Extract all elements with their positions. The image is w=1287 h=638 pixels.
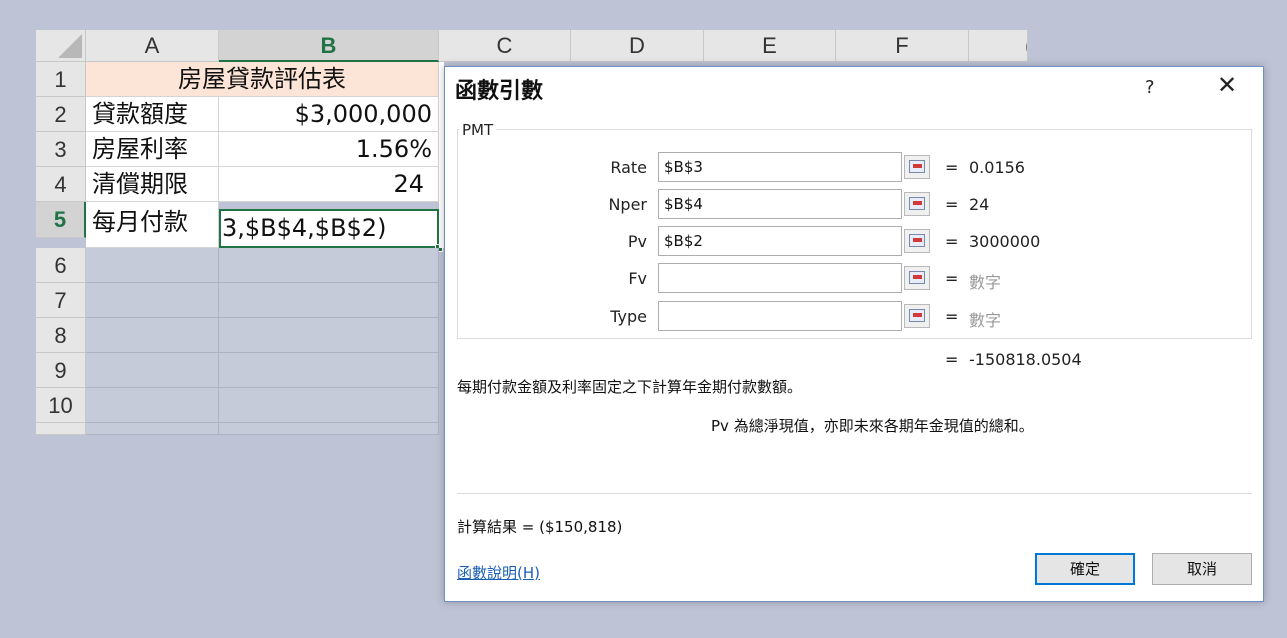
row-header-6[interactable]: 6 (36, 248, 86, 283)
column-header-f[interactable]: F (836, 30, 969, 62)
arg-equals: = (945, 195, 959, 214)
nper-collapse-button[interactable] (904, 192, 930, 216)
fv-input[interactable] (658, 263, 902, 293)
empty-cell[interactable] (219, 283, 439, 318)
divider (457, 493, 1252, 494)
row-header-1[interactable]: 1 (36, 62, 86, 97)
calculation-result: 計算結果 = ($150,818) (457, 518, 623, 536)
range-select-icon (909, 197, 925, 210)
fv-hint: 數字 (969, 273, 1002, 292)
empty-cell[interactable] (86, 353, 219, 388)
result-equals: = (945, 350, 959, 369)
empty-cell[interactable] (219, 423, 439, 435)
ok-button[interactable]: 確定 (1035, 553, 1135, 585)
arg-equals: = (945, 307, 959, 326)
cell-a2[interactable]: 貸款額度 (86, 97, 219, 132)
type-input[interactable] (658, 301, 902, 331)
empty-cell[interactable] (219, 388, 439, 423)
empty-cell[interactable] (219, 248, 439, 283)
arg-equals: = (945, 269, 959, 288)
column-header-a[interactable]: A (86, 30, 219, 62)
column-header-d[interactable]: D (571, 30, 704, 62)
pv-value: 3000000 (969, 232, 1041, 251)
empty-cell[interactable] (86, 318, 219, 353)
arg-equals: = (945, 232, 959, 251)
argument-description: Pv 為總淨現值，亦即未來各期年金現值的總和。 (711, 417, 1034, 435)
range-select-icon (909, 160, 925, 173)
row-header-5[interactable]: 5 (36, 202, 86, 238)
cell-b3[interactable]: 1.56% (219, 132, 439, 167)
row-header-11[interactable]: 11 (36, 423, 86, 435)
cancel-button[interactable]: 取消 (1152, 553, 1252, 585)
rate-input[interactable]: $B$3 (658, 152, 902, 182)
empty-cell[interactable] (86, 248, 219, 283)
range-select-icon (909, 234, 925, 247)
column-header-b[interactable]: B (219, 30, 439, 62)
arg-label-nper: Nper (608, 195, 647, 214)
row-header-2[interactable]: 2 (36, 97, 86, 132)
formula-result-value: -150818.0504 (969, 350, 1082, 369)
empty-cell[interactable] (219, 353, 439, 388)
arg-label-pv: Pv (627, 232, 647, 251)
cell-a4[interactable]: 清償期限 (86, 167, 219, 202)
row-header-4[interactable]: 4 (36, 167, 86, 202)
function-description: 每期付款金額及利率固定之下計算年金期付款數額。 (457, 378, 803, 396)
column-header-c[interactable]: C (439, 30, 571, 62)
row-header-10[interactable]: 10 (36, 388, 86, 423)
type-collapse-button[interactable] (904, 304, 930, 328)
row-header-3[interactable]: 3 (36, 132, 86, 167)
type-hint: 數字 (969, 311, 1002, 330)
empty-cell[interactable] (86, 283, 219, 318)
nper-value: 24 (969, 195, 990, 214)
cell-a5[interactable]: 每月付款 (86, 202, 219, 248)
range-select-icon (909, 309, 925, 322)
select-all-triangle-icon (58, 34, 82, 58)
column-header-g[interactable]: ( (969, 30, 1028, 62)
pv-input[interactable]: $B$2 (658, 226, 902, 256)
column-header-e[interactable]: E (704, 30, 836, 62)
cell-b2[interactable]: $3,000,000 (219, 97, 439, 132)
row-header-7[interactable]: 7 (36, 283, 86, 318)
function-arguments-dialog: 函數引數 ? ✕ PMT Rate $B$3 = 0.0156 Nper $B$… (444, 66, 1264, 602)
cell-b5-editing[interactable]: 3,$B$4,$B$2) (219, 209, 439, 248)
dialog-title: 函數引數 (455, 79, 544, 104)
arg-label-fv: Fv (628, 269, 647, 288)
empty-cell[interactable] (86, 423, 219, 435)
arg-label-type: Type (610, 307, 647, 326)
function-help-link[interactable]: 函數說明(H) (457, 562, 540, 583)
fv-collapse-button[interactable] (904, 266, 930, 290)
row-header-8[interactable]: 8 (36, 318, 86, 353)
pv-collapse-button[interactable] (904, 229, 930, 253)
range-select-icon (909, 271, 925, 284)
function-name: PMT (459, 121, 497, 139)
nper-input[interactable]: $B$4 (658, 189, 902, 219)
arg-equals: = (945, 158, 959, 177)
empty-cell[interactable] (219, 318, 439, 353)
arg-label-rate: Rate (610, 158, 647, 177)
rate-value: 0.0156 (969, 158, 1025, 177)
title-cell[interactable]: 房屋貸款評估表 (86, 62, 439, 97)
rate-collapse-button[interactable] (904, 155, 930, 179)
cell-a3[interactable]: 房屋利率 (86, 132, 219, 167)
cell-b4[interactable]: 24 (219, 167, 439, 202)
close-button[interactable]: ✕ (1213, 71, 1241, 99)
help-button[interactable]: ? (1145, 77, 1155, 98)
select-all-corner[interactable] (36, 30, 86, 62)
empty-cell[interactable] (86, 388, 219, 423)
row-header-9[interactable]: 9 (36, 353, 86, 388)
